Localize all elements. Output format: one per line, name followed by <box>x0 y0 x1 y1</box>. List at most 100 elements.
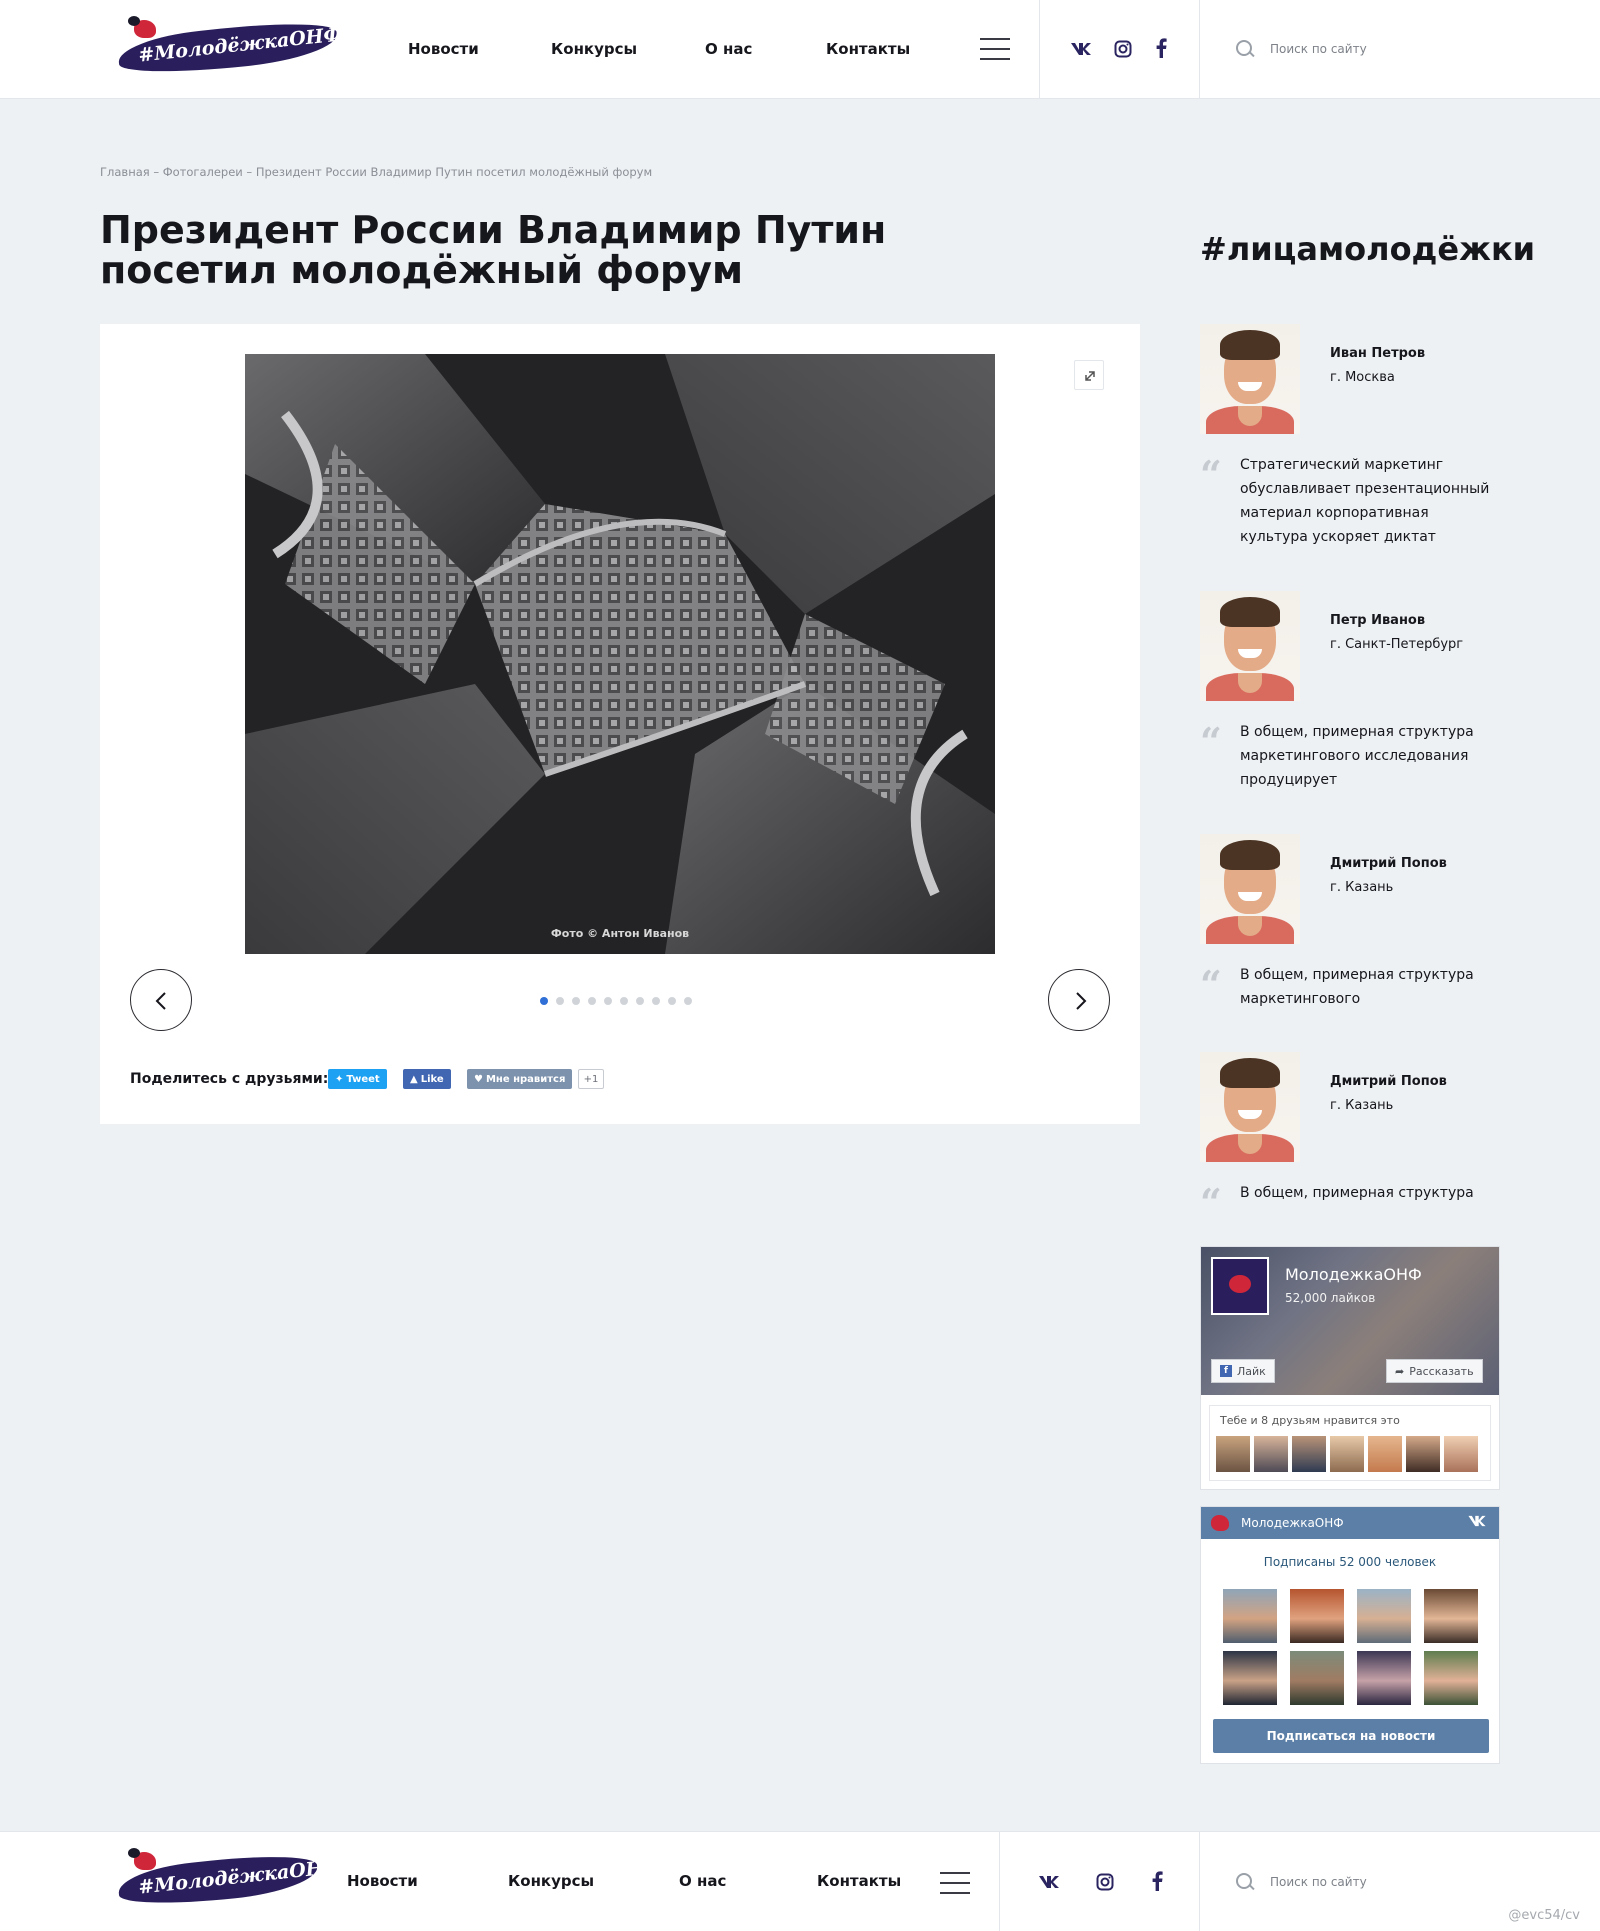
vk-icon[interactable] <box>1038 1871 1060 1893</box>
friend-avatar[interactable] <box>1292 1436 1326 1472</box>
fb-friends-text: Тебе и 8 друзьям нравится это <box>1220 1414 1400 1427</box>
vk-like-button[interactable]: ♥ Мне нравится <box>467 1069 573 1089</box>
member-avatar[interactable] <box>1357 1589 1411 1643</box>
fb-share-label: Рассказать <box>1409 1364 1474 1378</box>
member-avatar[interactable] <box>1290 1589 1344 1643</box>
vk-group-widget: МолодежкаОНФ Подписаны 52 000 человек По… <box>1200 1506 1500 1764</box>
vk-subscribers[interactable]: Подписаны 52 000 человек <box>1201 1555 1499 1569</box>
nav-contests[interactable]: Конкурсы <box>551 40 637 58</box>
fb-page-name[interactable]: МолодежкаОНФ <box>1285 1265 1422 1284</box>
avatar[interactable] <box>1200 591 1300 701</box>
vk-group-name[interactable]: МолодежкаОНФ <box>1241 1516 1344 1530</box>
person-name[interactable]: Иван Петров <box>1330 346 1425 361</box>
quote-icon: “ <box>1200 719 1222 764</box>
facebook-page-widget: МолодежкаОНФ 52,000 лайков f Лайк ➦ Расс… <box>1200 1246 1500 1490</box>
search-icon[interactable] <box>1236 40 1254 58</box>
vk-widget-header[interactable]: МолодежкаОНФ <box>1201 1507 1499 1539</box>
slide-dot[interactable] <box>620 997 628 1005</box>
nav-about[interactable]: О нас <box>705 40 752 58</box>
vk-icon[interactable] <box>1070 38 1092 60</box>
person-quote: В общем, примерная структура маркетингов… <box>1240 724 1474 788</box>
fb-cover-photo[interactable]: МолодежкаОНФ 52,000 лайков f Лайк ➦ Расс… <box>1201 1247 1499 1395</box>
avatar[interactable] <box>1200 834 1300 944</box>
friend-avatar[interactable] <box>1254 1436 1288 1472</box>
member-avatar[interactable] <box>1223 1589 1277 1643</box>
slide-dot[interactable] <box>588 997 596 1005</box>
footer-nav-news[interactable]: Новости <box>347 1872 418 1890</box>
member-avatar[interactable] <box>1223 1651 1277 1705</box>
member-avatar[interactable] <box>1357 1651 1411 1705</box>
facebook-icon[interactable] <box>1150 37 1172 59</box>
thumbs-up-icon: ▲ <box>410 1073 418 1085</box>
breadcrumb[interactable]: Главная – Фотогалереи – Президент России… <box>100 165 652 179</box>
slide-dot[interactable] <box>604 997 612 1005</box>
fb-friends-box: Тебе и 8 друзьям нравится это <box>1209 1405 1491 1481</box>
quote-icon: “ <box>1200 452 1222 497</box>
facebook-icon[interactable] <box>1146 1870 1168 1892</box>
tweet-button[interactable]: ✦ Tweet <box>328 1069 387 1089</box>
quote-icon: “ <box>1200 962 1222 1007</box>
footer-nav-contests[interactable]: Конкурсы <box>508 1872 594 1890</box>
site-logo[interactable]: #МолодёжкаОНФ <box>110 1840 343 1920</box>
chevron-right-icon <box>1076 992 1087 1010</box>
divider <box>1199 0 1200 99</box>
friend-avatar[interactable] <box>1368 1436 1402 1472</box>
slide-dots <box>540 997 692 1005</box>
site-logo[interactable]: #МолодёжкаОНФ <box>110 8 360 88</box>
fb-share-button[interactable]: ➦ Рассказать <box>1386 1359 1483 1383</box>
chevron-left-icon <box>155 992 166 1010</box>
divider <box>999 1832 1000 1931</box>
person-name[interactable]: Дмитрий Попов <box>1330 856 1447 871</box>
slide-dot[interactable] <box>652 997 660 1005</box>
gallery-card: Фото © Антон Иванов Поделитесь с друзьям… <box>100 324 1140 1124</box>
slide-dot[interactable] <box>668 997 676 1005</box>
fullscreen-button[interactable] <box>1074 360 1104 390</box>
nav-news[interactable]: Новости <box>408 40 479 58</box>
search-icon[interactable] <box>1236 1873 1254 1891</box>
instagram-icon[interactable] <box>1112 38 1134 60</box>
prev-slide-button[interactable] <box>130 969 192 1031</box>
heart-icon: ♥ <box>474 1073 483 1085</box>
slide-dot[interactable] <box>540 997 548 1005</box>
avatar[interactable] <box>1200 324 1300 434</box>
friend-avatar[interactable] <box>1406 1436 1440 1472</box>
person-city: г. Москва <box>1330 370 1395 385</box>
menu-icon[interactable] <box>980 38 1010 60</box>
person-name[interactable]: Дмитрий Попов <box>1330 1074 1447 1089</box>
slide-dot[interactable] <box>636 997 644 1005</box>
vk-subscribe-button[interactable]: Подписаться на новости <box>1213 1719 1489 1753</box>
fb-like-label: Like <box>420 1073 444 1085</box>
member-avatar[interactable] <box>1424 1589 1478 1643</box>
slide-dot[interactable] <box>556 997 564 1005</box>
footer-nav-about[interactable]: О нас <box>679 1872 726 1890</box>
nav-contacts[interactable]: Контакты <box>826 40 910 58</box>
friend-avatar[interactable] <box>1330 1436 1364 1472</box>
next-slide-button[interactable] <box>1048 969 1110 1031</box>
person-quote: В общем, примерная структура <box>1240 1185 1474 1201</box>
fb-like-page-button[interactable]: f Лайк <box>1211 1359 1275 1383</box>
slide-dot[interactable] <box>684 997 692 1005</box>
vk-like-label: Мне нравится <box>485 1073 566 1085</box>
footer-nav-contacts[interactable]: Контакты <box>817 1872 901 1890</box>
person-quote: Стратегический маркетинг обуславливает п… <box>1240 457 1490 545</box>
avatar[interactable] <box>1200 1052 1300 1162</box>
gallery-photo[interactable]: Фото © Антон Иванов <box>245 354 995 954</box>
person-quote: В общем, примерная структура маркетингов… <box>1240 967 1474 1007</box>
divider <box>1199 1832 1200 1931</box>
fb-page-avatar[interactable] <box>1211 1257 1269 1315</box>
person-name[interactable]: Петр Иванов <box>1330 613 1425 628</box>
tweet-label: Tweet <box>346 1073 380 1085</box>
footer-search-input[interactable] <box>1270 1873 1530 1891</box>
menu-icon[interactable] <box>940 1872 970 1894</box>
slide-dot[interactable] <box>572 997 580 1005</box>
bullfinch-icon <box>128 16 156 38</box>
friend-avatar[interactable] <box>1444 1436 1478 1472</box>
share-label: Поделитесь с друзьями: <box>130 1071 329 1087</box>
instagram-icon[interactable] <box>1094 1871 1116 1893</box>
twitter-icon: ✦ <box>335 1073 344 1085</box>
search-input[interactable] <box>1270 40 1530 58</box>
fb-like-button[interactable]: ▲ Like <box>403 1069 451 1089</box>
member-avatar[interactable] <box>1290 1651 1344 1705</box>
friend-avatar[interactable] <box>1216 1436 1250 1472</box>
member-avatar[interactable] <box>1424 1651 1478 1705</box>
